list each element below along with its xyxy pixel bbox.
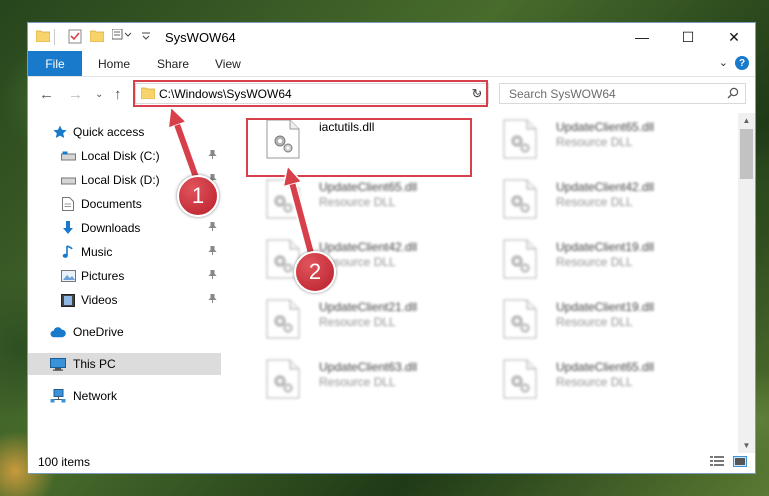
scroll-up-arrow[interactable]: ▲ [738,116,755,125]
file-name: UpdateClient65.dll [556,120,655,134]
file-item[interactable]: UpdateClient42.dll Resource DLL [487,173,713,225]
file-type: Resource DLL [556,315,633,329]
navigation-pane: Quick access Local Disk (C:) Local Disk … [28,113,221,453]
back-button[interactable]: ← [39,86,54,103]
drive-icon [60,172,76,188]
downloads-icon [60,220,76,236]
dll-file-icon [266,359,300,399]
sidebar-item-network[interactable]: Network [28,385,221,407]
file-type: Resource DLL [319,315,396,329]
window-title: SysWOW64 [165,30,236,45]
pictures-icon [60,268,76,284]
folder-icon[interactable] [36,29,50,42]
sidebar-item-music[interactable]: Music [28,241,221,263]
close-button[interactable]: ✕ [711,23,757,51]
file-name: UpdateClient42.dll [556,180,655,194]
file-type: Resource DLL [556,135,633,149]
file-name: UpdateClient65.dll [319,180,418,194]
status-bar: 100 items [28,451,755,473]
tab-home[interactable]: Home [98,57,130,71]
sidebar-item-onedrive[interactable]: OneDrive [28,321,221,343]
search-icon [727,87,739,102]
tab-file[interactable]: File [28,51,82,76]
sidebar-item-videos[interactable]: Videos [28,289,221,311]
divider-icon [54,29,56,45]
tab-share[interactable]: Share [157,57,189,71]
file-name: UpdateClient42.dll [319,240,418,254]
quick-access-dropdown-icon[interactable] [142,31,150,41]
step-2-badge: 2 [294,251,336,293]
pin-icon[interactable] [208,269,217,282]
dll-file-icon [503,179,537,219]
dll-file-icon [266,299,300,339]
large-icons-view-icon[interactable] [733,456,747,468]
step-1-badge: 1 [177,175,219,217]
file-type: Resource DLL [556,195,633,209]
file-name: UpdateClient21.dll [319,300,418,314]
file-item[interactable]: UpdateClient19.dll Resource DLL [487,293,713,345]
file-name: UpdateClient63.dll [319,360,418,374]
onedrive-icon [50,324,66,340]
network-icon [50,388,66,404]
details-view-icon[interactable] [710,456,724,468]
properties-icon[interactable] [68,29,82,44]
file-item[interactable]: UpdateClient65.dll Resource DLL [487,353,713,405]
forward-button[interactable]: → [68,86,83,103]
pin-icon[interactable] [208,245,217,258]
sidebar-item-pictures[interactable]: Pictures [28,265,221,287]
file-type: Resource DLL [319,195,396,209]
scroll-down-arrow[interactable]: ▼ [738,441,755,450]
sidebar-item-local-disk-c[interactable]: Local Disk (C:) [28,145,221,167]
vertical-scrollbar[interactable]: ▲ ▼ [738,113,755,453]
star-icon [52,124,68,140]
videos-icon [60,292,76,308]
pin-icon[interactable] [208,293,217,306]
file-name: UpdateClient65.dll [556,360,655,374]
file-type: Resource DLL [319,375,396,389]
search-box[interactable]: Search SysWOW64 [499,83,746,104]
file-name: UpdateClient19.dll [556,240,655,254]
new-folder-icon[interactable] [90,29,104,42]
file-highlight [246,118,472,177]
customize-toolbar-icon[interactable] [112,29,134,41]
pin-icon[interactable] [208,149,217,162]
ribbon: File Home Share View ⌄ ? [28,51,755,77]
file-item[interactable]: UpdateClient65.dll Resource DLL [250,173,476,225]
file-item[interactable]: UpdateClient65.dll Resource DLL [487,113,713,165]
up-button[interactable]: ↑ [114,86,122,103]
sidebar-item-this-pc[interactable]: This PC [28,353,221,375]
dll-file-icon [503,359,537,399]
documents-icon [60,196,76,212]
file-item[interactable]: UpdateClient63.dll Resource DLL [250,353,476,405]
file-type: Resource DLL [556,375,633,389]
tab-view[interactable]: View [215,57,241,71]
sidebar-item-quick-access[interactable]: Quick access [28,121,221,143]
dll-file-icon [503,239,537,279]
recent-locations-button[interactable]: ⌄ [95,89,103,100]
item-count: 100 items [38,455,91,469]
title-bar: SysWOW64 — ☐ ✕ [28,23,755,51]
pc-icon [50,356,66,372]
dll-file-icon [503,119,537,159]
help-icon[interactable]: ? [735,56,749,70]
file-item[interactable]: UpdateClient42.dll Resource DLL [250,233,476,285]
file-item[interactable]: UpdateClient21.dll Resource DLL [250,293,476,345]
sidebar-item-downloads[interactable]: Downloads [28,217,221,239]
address-bar-highlight [133,80,488,107]
file-name: UpdateClient19.dll [556,300,655,314]
file-type: Resource DLL [556,255,633,269]
maximize-button[interactable]: ☐ [665,23,711,51]
drive-icon [60,148,76,164]
file-item[interactable]: UpdateClient19.dll Resource DLL [487,233,713,285]
search-input[interactable]: Search SysWOW64 [509,87,616,101]
expand-ribbon-icon[interactable]: ⌄ [719,56,728,69]
dll-file-icon [503,299,537,339]
pin-icon[interactable] [208,221,217,234]
dll-file-icon [266,179,300,219]
scroll-thumb[interactable] [740,129,753,179]
minimize-button[interactable]: — [619,23,665,51]
music-icon [60,244,76,260]
